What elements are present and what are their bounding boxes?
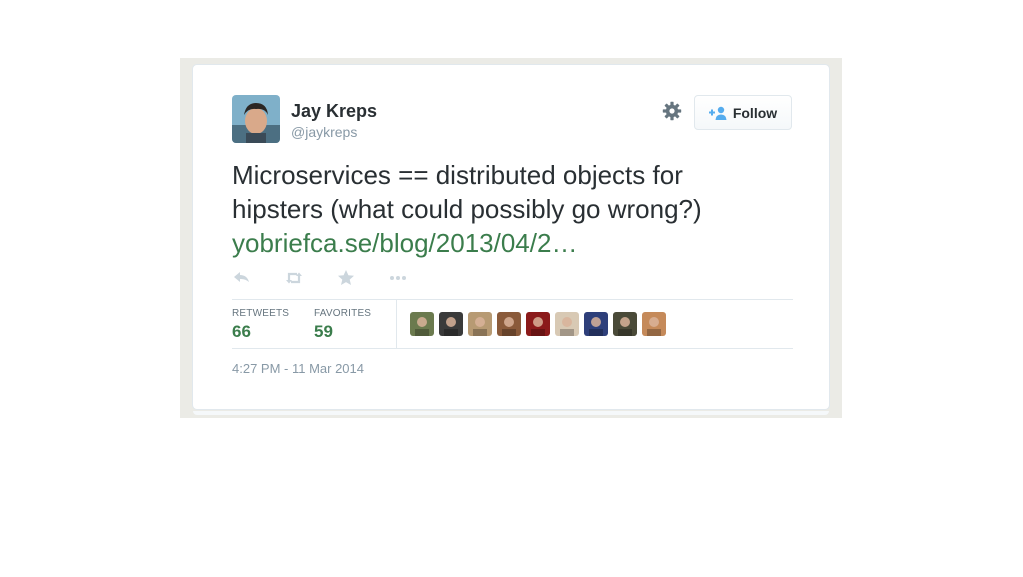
favorites-label: FAVORITES [314,308,372,319]
favoriter-avatar-7[interactable] [584,312,608,336]
reply-icon[interactable] [232,268,252,288]
tweet-text: Microservices == distributed objects for… [232,158,772,260]
tweet-timestamp[interactable]: 4:27 PM - 11 Mar 2014 [232,361,364,376]
tweet-card: Jay Kreps @jaykreps Follow Microservices… [192,64,830,415]
author-avatar[interactable] [232,95,280,143]
favorites-stat[interactable]: FAVORITES 59 [314,308,371,342]
retweets-count: 66 [232,322,251,341]
card-footer-strip [193,411,829,415]
retweets-stat[interactable]: RETWEETS 66 [232,308,289,342]
more-dots-icon[interactable] [388,268,408,288]
tweet-body: Microservices == distributed objects for… [232,160,702,224]
tweet-actions [232,268,440,288]
favoriter-avatar-2[interactable] [439,312,463,336]
author-handle[interactable]: @jaykreps [291,124,357,140]
favoriter-avatar-8[interactable] [613,312,637,336]
favoriter-avatar-9[interactable] [642,312,666,336]
gear-icon[interactable] [662,101,682,121]
favorites-count: 59 [314,322,333,341]
favoriter-avatar-6[interactable] [555,312,579,336]
favoriter-avatar-5[interactable] [526,312,550,336]
favoriter-avatar-1[interactable] [410,312,434,336]
favoriter-avatar-3[interactable] [468,312,492,336]
embedded-tweet-frame: Jay Kreps @jaykreps Follow Microservices… [180,58,842,418]
add-person-icon [708,106,727,120]
favoriter-avatar-4[interactable] [497,312,521,336]
favoriter-avatars [410,312,666,336]
retweets-label: RETWEETS [232,308,290,319]
follow-button-label: Follow [732,104,778,121]
stats-divider [396,300,397,348]
author-name[interactable]: Jay Kreps [291,101,377,122]
follow-button[interactable]: Follow [694,95,792,130]
favorite-star-icon[interactable] [336,268,356,288]
tweet-link[interactable]: yobriefca.se/blog/2013/04/2… [232,228,577,258]
retweet-icon[interactable] [284,268,304,288]
tweet-stats: RETWEETS 66 FAVORITES 59 [232,299,793,349]
